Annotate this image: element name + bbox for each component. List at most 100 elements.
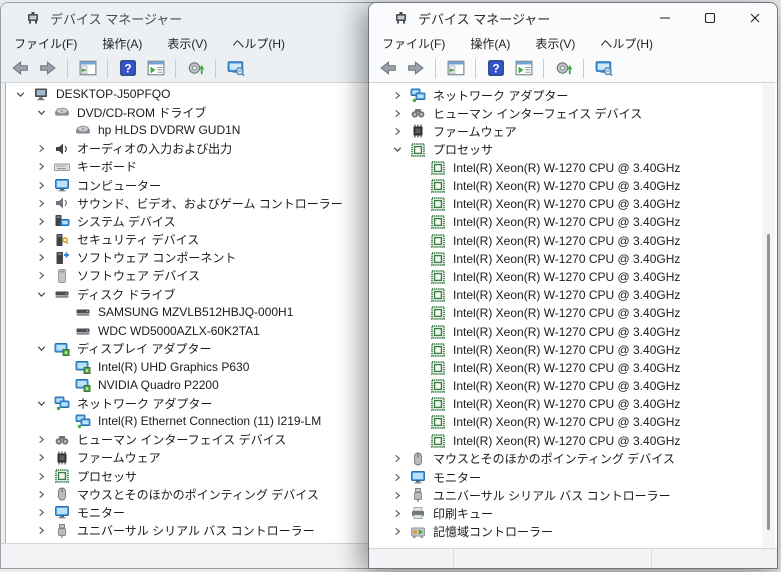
chevron-down-icon[interactable] <box>391 143 404 156</box>
tree-item[interactable]: DESKTOP-J50PFQO <box>6 85 419 103</box>
chevron-right-icon[interactable] <box>35 142 48 155</box>
tree-item[interactable]: Intel(R) Xeon(R) W-1270 CPU @ 3.40GHz <box>369 304 777 322</box>
tree-item[interactable]: マウスとそのほかのポインティング デバイス <box>6 485 419 503</box>
tree-item[interactable]: Intel(R) Xeon(R) W-1270 CPU @ 3.40GHz <box>369 250 777 268</box>
tree-item[interactable]: プロセッサ <box>369 141 777 159</box>
tree-item[interactable]: Intel(R) Xeon(R) W-1270 CPU @ 3.40GHz <box>369 159 777 177</box>
tree-item[interactable]: 印刷キュー <box>369 504 777 522</box>
scan-hardware-changes-button[interactable] <box>183 56 208 80</box>
menu-help[interactable]: ヘルプ(H) <box>591 33 662 54</box>
tree-item[interactable]: オーディオの入力および出力 <box>6 140 419 158</box>
chevron-right-icon[interactable] <box>391 125 404 138</box>
chevron-right-icon[interactable] <box>391 89 404 102</box>
tree-item[interactable]: ソフトウェア デバイス <box>6 267 419 285</box>
help-button[interactable]: ? <box>115 56 140 80</box>
close-button[interactable] <box>732 3 777 33</box>
tree-item[interactable]: システム デバイス <box>6 212 419 230</box>
forward-button[interactable] <box>403 56 428 80</box>
tree-item[interactable]: Intel(R) Xeon(R) W-1270 CPU @ 3.40GHz <box>369 432 777 450</box>
chevron-right-icon[interactable] <box>391 452 404 465</box>
tree-item[interactable]: コンピューター <box>6 176 419 194</box>
chevron-right-icon[interactable] <box>35 433 48 446</box>
properties-button[interactable] <box>511 56 536 80</box>
chevron-right-icon[interactable] <box>35 524 48 537</box>
vertical-scrollbar[interactable] <box>762 83 775 548</box>
show-console-tree-button[interactable] <box>75 56 100 80</box>
chevron-right-icon[interactable] <box>35 233 48 246</box>
back-button[interactable] <box>375 56 400 80</box>
chevron-right-icon[interactable] <box>35 215 48 228</box>
chevron-right-icon[interactable] <box>391 525 404 538</box>
menu-action[interactable]: 操作(A) <box>93 33 151 54</box>
tree-item[interactable]: ユニバーサル シリアル バス コントローラー <box>369 486 777 504</box>
tree-item[interactable]: Intel(R) Xeon(R) W-1270 CPU @ 3.40GHz <box>369 322 777 340</box>
menu-view[interactable]: 表示(V) <box>158 33 216 54</box>
tree-item[interactable]: NVIDIA Quadro P2200 <box>6 376 419 394</box>
show-console-tree-button[interactable] <box>443 56 468 80</box>
menu-view[interactable]: 表示(V) <box>526 33 584 54</box>
tree-item[interactable]: ヒューマン インターフェイス デバイス <box>369 104 777 122</box>
chevron-down-icon[interactable] <box>35 397 48 410</box>
forward-button[interactable] <box>35 56 60 80</box>
tree-item[interactable]: プロセッサ <box>6 467 419 485</box>
search-computer-button[interactable] <box>223 56 248 80</box>
tree-item[interactable]: Intel(R) Xeon(R) W-1270 CPU @ 3.40GHz <box>369 213 777 231</box>
tree-item[interactable]: Intel(R) Xeon(R) W-1270 CPU @ 3.40GHz <box>369 359 777 377</box>
tree-item[interactable]: Intel(R) Xeon(R) W-1270 CPU @ 3.40GHz <box>369 395 777 413</box>
tree-item[interactable]: マウスとそのほかのポインティング デバイス <box>369 450 777 468</box>
tree-item[interactable]: Intel(R) Xeon(R) W-1270 CPU @ 3.40GHz <box>369 177 777 195</box>
title-bar[interactable]: デバイス マネージャー <box>1 3 419 33</box>
menu-file[interactable]: ファイル(F) <box>373 33 454 54</box>
back-button[interactable] <box>7 56 32 80</box>
tree-item[interactable]: DVD/CD-ROM ドライブ <box>6 103 419 121</box>
tree-item[interactable]: 記憶域コントローラー <box>369 523 777 541</box>
tree-item[interactable]: Intel(R) Xeon(R) W-1270 CPU @ 3.40GHz <box>369 341 777 359</box>
tree-item[interactable]: hp HLDS DVDRW GUD1N <box>6 121 419 139</box>
chevron-down-icon[interactable] <box>35 288 48 301</box>
tree-item[interactable]: Intel(R) Xeon(R) W-1270 CPU @ 3.40GHz <box>369 232 777 250</box>
tree-item[interactable]: Intel(R) Xeon(R) W-1270 CPU @ 3.40GHz <box>369 195 777 213</box>
chevron-down-icon[interactable] <box>35 342 48 355</box>
chevron-right-icon[interactable] <box>35 470 48 483</box>
tree-item[interactable]: モニター <box>369 468 777 486</box>
chevron-right-icon[interactable] <box>35 506 48 519</box>
chevron-right-icon[interactable] <box>35 451 48 464</box>
chevron-right-icon[interactable] <box>391 507 404 520</box>
tree-item[interactable]: SAMSUNG MZVLB512HBJQ-000H1 <box>6 303 419 321</box>
chevron-right-icon[interactable] <box>35 542 48 543</box>
scrollbar-thumb[interactable] <box>767 234 770 530</box>
tree-item[interactable]: Intel(R) Xeon(R) W-1270 CPU @ 3.40GHz <box>369 377 777 395</box>
tree-item[interactable]: キーボード <box>6 158 419 176</box>
search-computer-button[interactable] <box>591 56 616 80</box>
title-bar[interactable]: デバイス マネージャー <box>369 3 777 33</box>
tree-item[interactable]: Intel(R) Xeon(R) W-1270 CPU @ 3.40GHz <box>369 413 777 431</box>
tree-item[interactable]: Intel(R) UHD Graphics P630 <box>6 358 419 376</box>
tree-item[interactable]: Intel(R) Xeon(R) W-1270 CPU @ 3.40GHz <box>369 286 777 304</box>
tree-item[interactable]: ソフトウェア コンポーネント <box>6 249 419 267</box>
tree-item[interactable]: ディスク ドライブ <box>6 285 419 303</box>
menu-action[interactable]: 操作(A) <box>461 33 519 54</box>
tree-item[interactable]: ファームウェア <box>369 122 777 140</box>
chevron-down-icon[interactable] <box>14 88 27 101</box>
tree-item[interactable]: 印刷キュー <box>6 540 419 543</box>
maximize-button[interactable] <box>687 3 732 33</box>
chevron-right-icon[interactable] <box>35 179 48 192</box>
chevron-right-icon[interactable] <box>35 160 48 173</box>
menu-help[interactable]: ヘルプ(H) <box>223 33 294 54</box>
chevron-right-icon[interactable] <box>391 471 404 484</box>
chevron-right-icon[interactable] <box>35 197 48 210</box>
chevron-down-icon[interactable] <box>35 106 48 119</box>
tree-item[interactable]: ファームウェア <box>6 449 419 467</box>
tree-item[interactable]: ディスプレイ アダプター <box>6 340 419 358</box>
help-button[interactable]: ? <box>483 56 508 80</box>
tree-item[interactable]: WDC WD5000AZLX-60K2TA1 <box>6 321 419 339</box>
chevron-right-icon[interactable] <box>35 269 48 282</box>
tree-item[interactable]: セキュリティ デバイス <box>6 231 419 249</box>
tree-item[interactable]: ユニバーサル シリアル バス コントローラー <box>6 522 419 540</box>
tree-item[interactable]: モニター <box>6 503 419 521</box>
tree-item[interactable]: ネットワーク アダプター <box>6 394 419 412</box>
chevron-right-icon[interactable] <box>35 251 48 264</box>
chevron-right-icon[interactable] <box>391 107 404 120</box>
tree-item[interactable]: Intel(R) Ethernet Connection (11) I219-L… <box>6 412 419 430</box>
tree-item[interactable]: ネットワーク アダプター <box>369 86 777 104</box>
